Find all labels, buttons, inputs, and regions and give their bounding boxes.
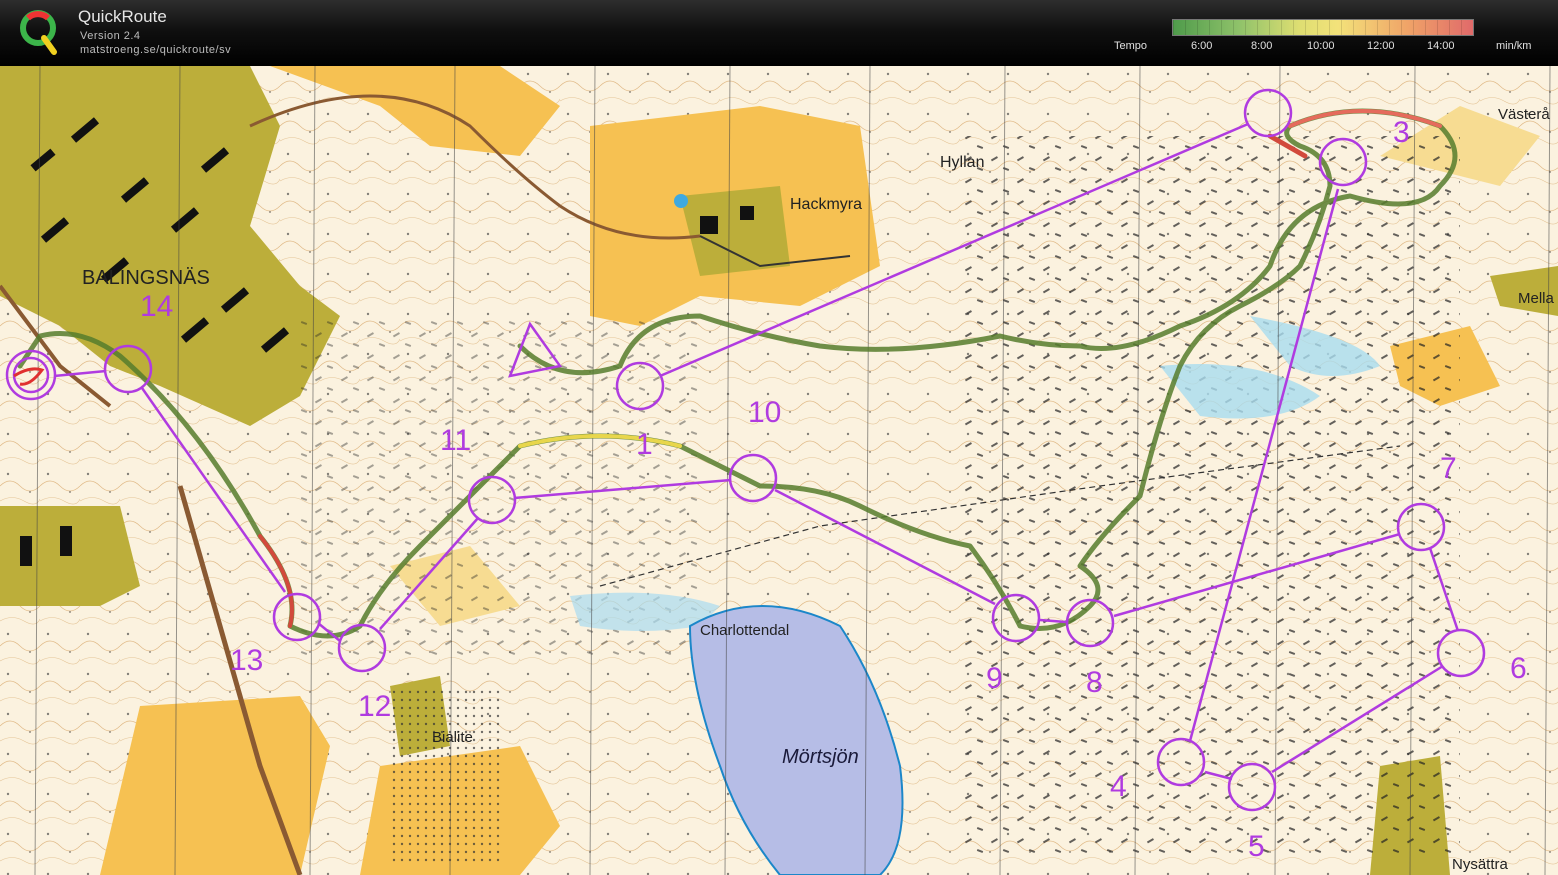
control-number-5: 5: [1248, 830, 1265, 863]
pond: [674, 194, 688, 208]
tempo-tick: 14:00: [1427, 40, 1455, 52]
place-label: Bialite: [432, 729, 473, 746]
place-label: Hyllan: [940, 154, 985, 171]
control-number-11: 11: [440, 424, 472, 457]
control-number-3: 3: [1393, 116, 1410, 149]
place-label: Charlottendal: [700, 622, 790, 639]
quickroute-logo-icon: [20, 10, 57, 55]
map-canvas[interactable]: [0, 66, 1558, 875]
place-label: Mella: [1518, 290, 1554, 307]
place-label: Västerå: [1498, 106, 1550, 123]
app-url: matstroeng.se/quickroute/sv: [80, 44, 232, 56]
tempo-tick: 6:00: [1191, 40, 1213, 52]
place-label: Nysättra: [1452, 856, 1508, 873]
orienteering-map[interactable]: BALINGSNÄS Hackmyra Hyllan Charlottendal…: [0, 66, 1558, 875]
control-number-9: 9: [986, 662, 1003, 695]
place-label: Mörtsjön: [782, 746, 859, 768]
rocky-ground: [960, 136, 1460, 856]
control-number-7: 7: [1440, 452, 1457, 485]
control-number-10: 10: [748, 396, 782, 429]
place-label: Hackmyra: [790, 196, 863, 213]
tempo-unit: min/km: [1496, 40, 1532, 52]
tempo-tick: 12:00: [1367, 40, 1395, 52]
title-bar: QuickRoute Version 2.4 matstroeng.se/qui…: [0, 0, 1558, 66]
tempo-tick: 10:00: [1307, 40, 1335, 52]
control-number-6: 6: [1510, 652, 1527, 685]
control-number-4: 4: [1110, 770, 1127, 803]
control-number-13: 13: [230, 644, 264, 677]
tempo-label: Tempo: [1114, 40, 1148, 52]
control-number-12: 12: [358, 690, 392, 723]
control-number-1: 1: [636, 428, 653, 461]
tempo-color-scale: [1172, 19, 1474, 36]
dotted-field: [390, 686, 500, 866]
app-name: QuickRoute: [78, 7, 167, 26]
app-version: Version 2.4: [80, 30, 141, 42]
control-number-14: 14: [140, 290, 174, 323]
place-label: BALINGSNÄS: [82, 267, 210, 289]
control-number-8: 8: [1086, 666, 1103, 699]
tempo-tick: 8:00: [1251, 40, 1273, 52]
